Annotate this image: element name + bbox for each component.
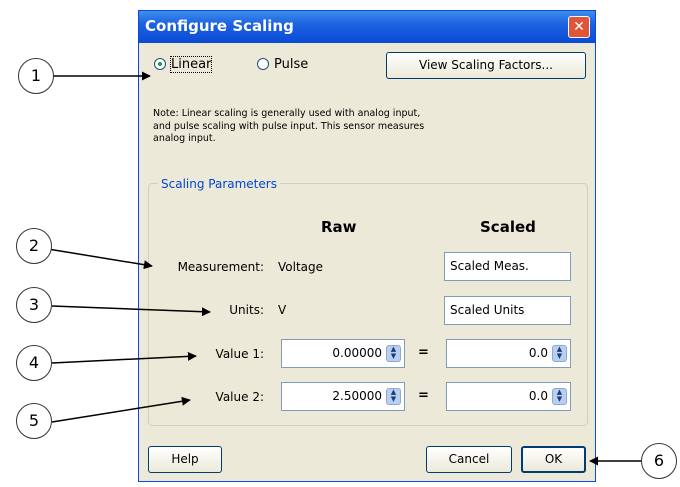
callout-1: 1: [18, 58, 54, 94]
callout-4-arrow: [51, 351, 197, 364]
callout-3-arrow: [51, 305, 211, 317]
callout-5-arrow: [51, 396, 191, 423]
callout-6: 6: [641, 443, 677, 479]
callout-3: 3: [16, 287, 52, 323]
callout-5: 5: [16, 403, 52, 439]
callout-2: 2: [16, 228, 52, 264]
callout-2-arrow: [47, 248, 153, 270]
callout-arrows: [47, 71, 643, 466]
callout-4: 4: [16, 345, 52, 381]
